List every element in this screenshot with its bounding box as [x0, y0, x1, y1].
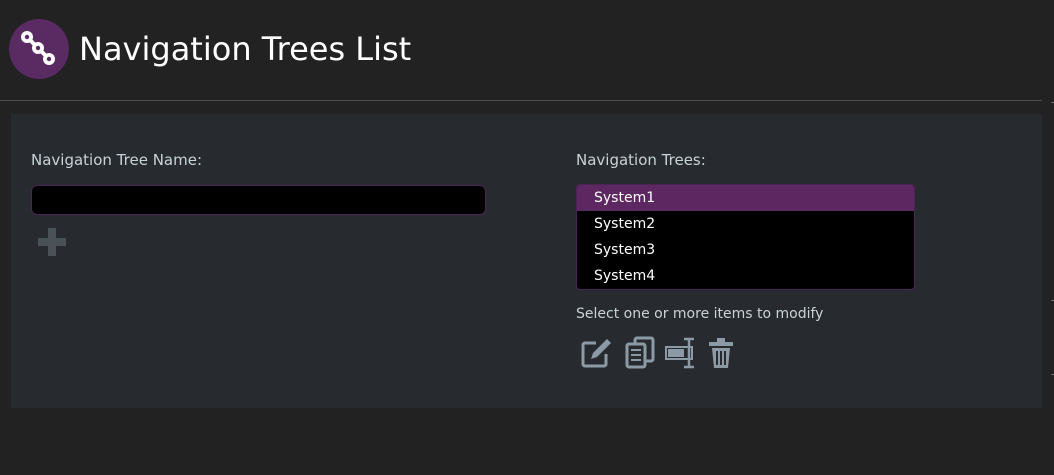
connected-nodes-icon: [9, 19, 69, 79]
rename-button[interactable]: [664, 336, 698, 370]
trash-icon: [709, 338, 733, 368]
page-title: Navigation Trees List: [79, 30, 412, 68]
edit-button[interactable]: [580, 336, 614, 370]
copy-button[interactable]: [623, 336, 657, 370]
tree-name-label: Navigation Tree Name:: [31, 151, 202, 169]
delete-button[interactable]: [705, 336, 739, 370]
list-item-system1[interactable]: System1: [577, 185, 914, 211]
plus-icon: [38, 228, 66, 256]
main-panel: Navigation Tree Name: Navigation Trees: …: [11, 114, 1042, 408]
add-button[interactable]: [37, 227, 67, 257]
list-item-system3[interactable]: System3: [577, 237, 914, 263]
edit-icon: [581, 339, 611, 368]
selection-hint: Select one or more items to modify: [576, 306, 824, 322]
navigation-trees-list[interactable]: System1 System2 System3 System4: [576, 184, 915, 290]
rename-icon: [665, 337, 694, 369]
list-item-system4[interactable]: System4: [577, 263, 914, 289]
copy-icon: [625, 336, 655, 369]
page-header: Navigation Trees List: [0, 0, 1042, 101]
tree-name-input[interactable]: [31, 185, 486, 215]
navigation-trees-label: Navigation Trees:: [576, 151, 706, 169]
list-item-system2[interactable]: System2: [577, 211, 914, 237]
